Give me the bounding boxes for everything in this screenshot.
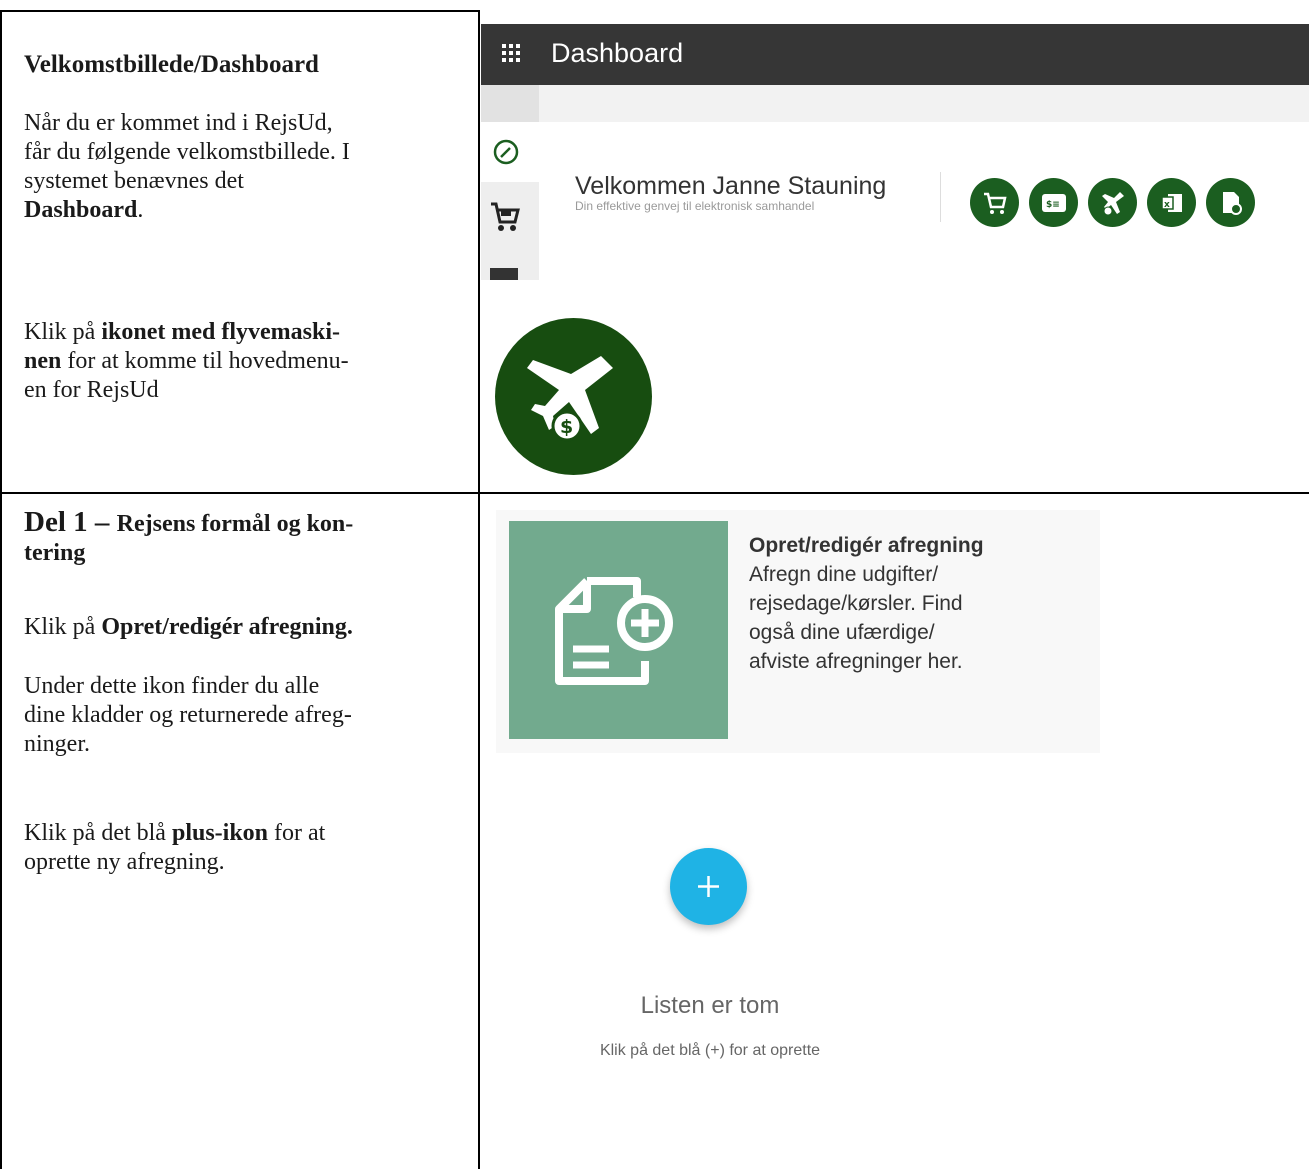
table-column-divider xyxy=(478,10,480,1169)
section-heading-part1: Del 1 – Rejsens formål og kon- tering xyxy=(24,506,354,567)
tile-line: Afregn dine udgifter/ xyxy=(749,563,939,586)
intro-paragraph: Når du er kommet ind i RejsUd, får du fø… xyxy=(24,110,350,223)
row2-instructions: Del 1 – Rejsens formål og kon- tering Kl… xyxy=(24,508,464,877)
tile-line: også dine ufærdige/ xyxy=(749,621,935,644)
create-settlement-tile[interactable] xyxy=(509,521,728,739)
plus-instruction-paragraph: Klik på det blå plus-ikon for at oprette… xyxy=(24,820,326,875)
excel-icon[interactable]: x xyxy=(1147,178,1196,227)
table-top-border xyxy=(0,10,478,12)
cart-nav-icon[interactable] xyxy=(489,200,521,234)
welcome-tagline: Din effektive genvej til elektronisk sam… xyxy=(575,199,815,213)
apps-grid-icon[interactable] xyxy=(502,44,520,62)
side-navigation-rail xyxy=(481,122,539,280)
tile-text[interactable]: Opret/redigér afregning Afregn dine udgi… xyxy=(749,531,984,676)
plane-money-icon-large: $ xyxy=(495,318,652,475)
list-nav-icon[interactable] xyxy=(490,268,518,280)
dashboard-gauge-icon[interactable] xyxy=(492,138,520,166)
table-left-border xyxy=(0,10,2,1169)
plane-money-icon[interactable] xyxy=(1088,178,1137,227)
tile-title: Opret/redigér afregning xyxy=(749,534,984,557)
app-header-bar: Dashboard xyxy=(481,24,1309,85)
cart-icon[interactable] xyxy=(970,178,1019,227)
empty-state-title: Listen er tom xyxy=(640,992,780,1019)
welcome-block: Velkommen Janne Stauning Din effektive g… xyxy=(575,172,886,213)
tile-line: rejsedage/kørsler. Find xyxy=(749,592,963,615)
svg-text:$≡: $≡ xyxy=(1046,200,1060,210)
svg-text:$: $ xyxy=(560,416,573,438)
welcome-separator xyxy=(940,172,941,222)
toolbar-strip xyxy=(481,85,1309,122)
svg-text:x: x xyxy=(1164,200,1170,210)
tile-line: afviste afregninger her. xyxy=(749,650,963,673)
plus-icon xyxy=(698,876,719,897)
document-icon[interactable] xyxy=(1206,178,1255,227)
add-settlement-button[interactable] xyxy=(670,848,747,925)
tile-description-paragraph: Under dette ikon finder du alle dine kla… xyxy=(24,673,352,757)
document-plus-icon xyxy=(555,577,673,685)
header-title: Dashboard xyxy=(551,38,684,68)
plane-instruction-paragraph: Klik på ikonet med flyvemaski- nen for a… xyxy=(24,319,349,403)
receipt-icon[interactable]: $≡ xyxy=(1029,178,1078,227)
table-row-divider xyxy=(0,492,1309,494)
row1-instructions: Velkomstbillede/Dashboard Når du er komm… xyxy=(24,50,464,405)
section-heading-dashboard: Velkomstbillede/Dashboard xyxy=(24,51,319,78)
quick-action-icons: $≡ x xyxy=(970,178,1255,227)
empty-state-subtitle: Klik på det blå (+) for at oprette xyxy=(599,1042,821,1059)
click-tile-paragraph: Klik på Opret/redigér afregning. xyxy=(24,614,353,640)
welcome-name: Velkommen Janne Stauning xyxy=(575,172,887,200)
